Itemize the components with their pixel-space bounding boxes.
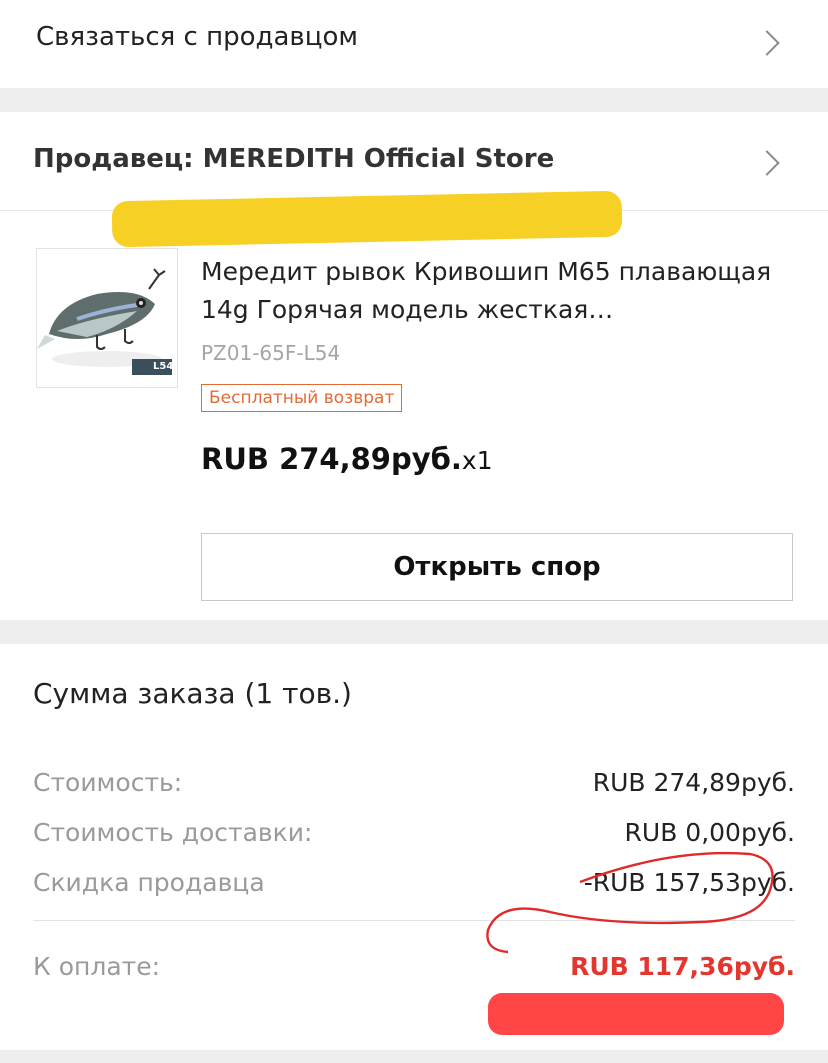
chevron-right-icon bbox=[754, 30, 780, 56]
section-divider bbox=[0, 88, 828, 112]
open-dispute-button[interactable]: Открыть спор bbox=[201, 533, 793, 601]
product-sku: PZ01-65F-L54 bbox=[201, 341, 341, 365]
contact-seller-row[interactable]: Связаться с продавцом bbox=[0, 0, 828, 88]
total-label: К оплате: bbox=[33, 952, 161, 981]
product-image[interactable]: L54 bbox=[36, 248, 178, 388]
summary-heading: Сумма заказа (1 тов.) bbox=[33, 677, 352, 710]
product-price: RUB 274,89руб.x1 bbox=[201, 442, 493, 476]
cost-label: Стоимость: bbox=[33, 768, 183, 797]
product-title[interactable]: Мередит рывок Кривошип М65 плавающая 14g… bbox=[201, 253, 801, 329]
red-highlight-mark bbox=[488, 993, 784, 1035]
free-return-badge: Бесплатный возврат bbox=[201, 384, 403, 412]
quantity: x1 bbox=[461, 446, 493, 475]
red-circle-annotation bbox=[486, 851, 774, 954]
section-divider bbox=[0, 620, 828, 644]
contact-seller-label: Связаться с продавцом bbox=[36, 22, 358, 52]
section-divider bbox=[0, 1050, 828, 1063]
discount-label: Скидка продавца bbox=[33, 868, 265, 897]
cost-value: RUB 274,89руб. bbox=[592, 768, 795, 797]
shipping-label: Стоимость доставки: bbox=[33, 818, 313, 847]
yellow-highlight-mark bbox=[111, 190, 623, 248]
price-value: RUB 274,89руб. bbox=[201, 442, 462, 476]
seller-name: Продавец: MEREDITH Official Store bbox=[33, 144, 555, 174]
chevron-right-icon bbox=[754, 150, 780, 176]
image-tag: L54 bbox=[153, 361, 174, 372]
